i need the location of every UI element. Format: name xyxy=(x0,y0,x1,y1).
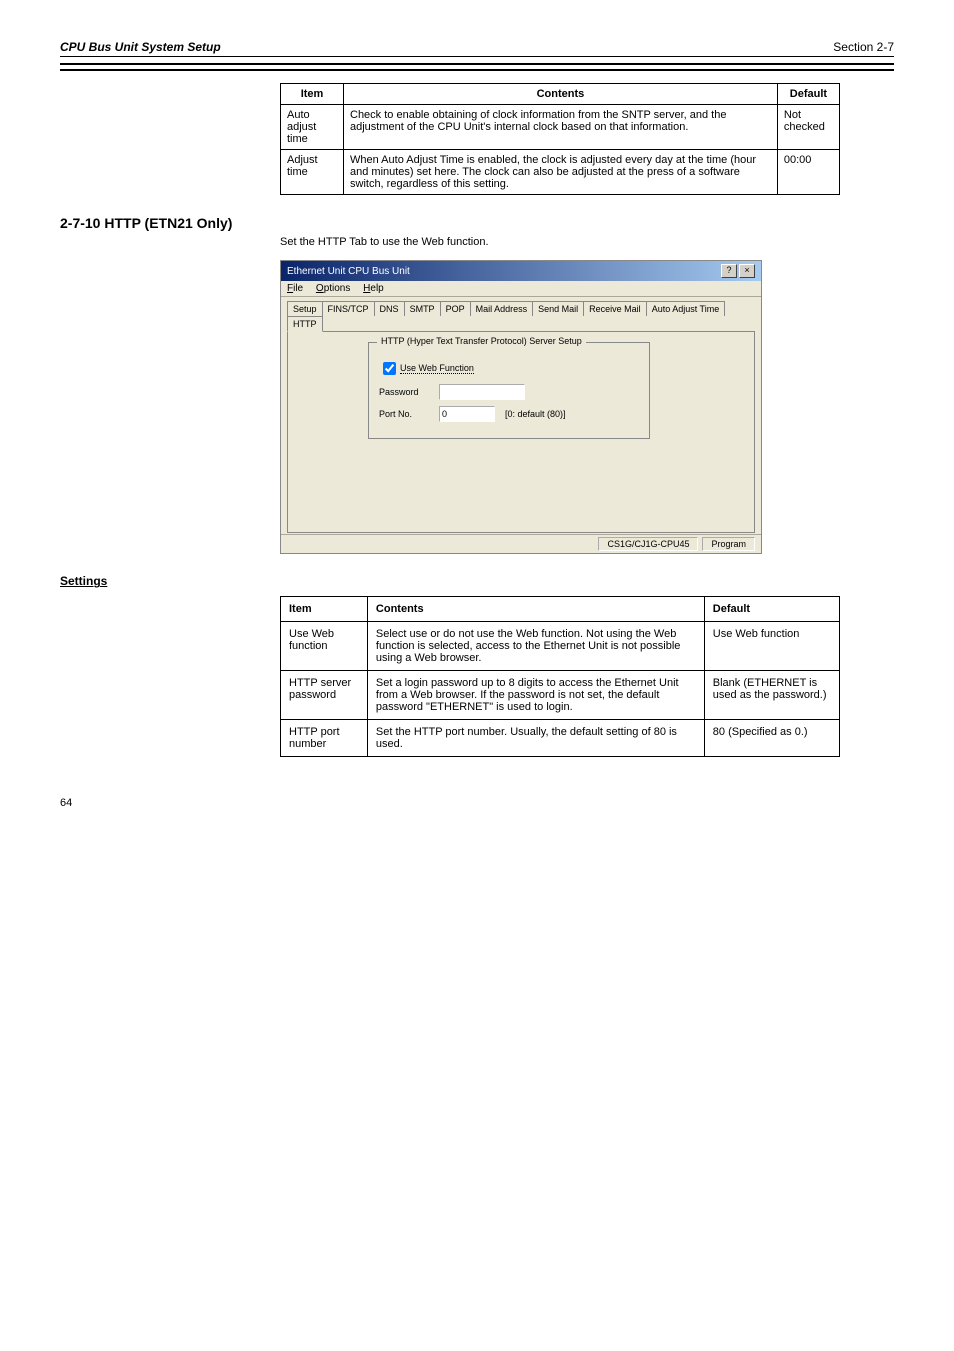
dialog-screenshot: Ethernet Unit CPU Bus Unit ? × File Opti… xyxy=(280,260,762,554)
password-input[interactable] xyxy=(439,384,525,400)
tab-setup[interactable]: Setup xyxy=(287,301,323,316)
settings-subtitle: Settings xyxy=(60,574,894,588)
portno-row: Port No. [0: default (80)] xyxy=(379,406,639,422)
table-row: Use Web function Select use or do not us… xyxy=(281,622,840,671)
titlebar-buttons: ? × xyxy=(721,264,755,278)
http-groupbox: HTTP (Hyper Text Transfer Protocol) Serv… xyxy=(368,342,650,439)
dialog-title: Ethernet Unit CPU Bus Unit xyxy=(287,266,410,277)
page-number: 64 xyxy=(60,797,894,809)
tab-receive-mail[interactable]: Receive Mail xyxy=(583,301,647,316)
tab-auto-adjust-time[interactable]: Auto Adjust Time xyxy=(646,301,726,316)
col-default: Default xyxy=(777,84,839,105)
use-web-row: Use Web Function xyxy=(379,359,639,378)
tab-dns[interactable]: DNS xyxy=(374,301,405,316)
tab-send-mail[interactable]: Send Mail xyxy=(532,301,584,316)
col-contents: Contents xyxy=(344,84,778,105)
page-header: CPU Bus Unit System Setup Section 2-7 xyxy=(60,40,894,57)
auto-adjust-table: Item Contents Default Auto adjust time C… xyxy=(280,83,840,195)
close-button[interactable]: × xyxy=(739,264,755,278)
portno-label: Port No. xyxy=(379,409,439,419)
menu-file[interactable]: File xyxy=(287,283,303,294)
password-label: Password xyxy=(379,387,439,397)
header-right: Section 2-7 xyxy=(833,40,894,54)
section-title: 2-7-10 HTTP (ETN21 Only) xyxy=(60,215,894,231)
settings-table: Item Contents Default Use Web function S… xyxy=(280,596,840,757)
status-cpu: CS1G/CJ1G-CPU45 xyxy=(598,537,698,551)
section-bar xyxy=(60,63,894,71)
col-default: Default xyxy=(704,597,839,622)
table-row: HTTP port number Set the HTTP port numbe… xyxy=(281,720,840,757)
tab-mail-address[interactable]: Mail Address xyxy=(470,301,534,316)
tab-finstcp[interactable]: FINS/TCP xyxy=(322,301,375,316)
password-row: Password xyxy=(379,384,639,400)
col-item: Item xyxy=(281,597,368,622)
help-button[interactable]: ? xyxy=(721,264,737,278)
portno-input[interactable] xyxy=(439,406,495,422)
table-row: Auto adjust time Check to enable obtaini… xyxy=(281,105,840,150)
menu-options[interactable]: Options xyxy=(316,283,350,294)
col-item: Item xyxy=(281,84,344,105)
portno-hint: [0: default (80)] xyxy=(505,409,566,419)
tab-http[interactable]: HTTP xyxy=(287,316,323,332)
menu-help[interactable]: Help xyxy=(363,283,384,294)
tab-strip: Setup FINS/TCP DNS SMTP POP Mail Address… xyxy=(281,297,761,332)
col-contents: Contents xyxy=(367,597,704,622)
statusbar: CS1G/CJ1G-CPU45 Program xyxy=(281,534,761,553)
menubar: File Options Help xyxy=(281,281,761,297)
header-left: CPU Bus Unit System Setup xyxy=(60,40,221,54)
section-description: Set the HTTP Tab to use the Web function… xyxy=(280,235,894,250)
groupbox-title: HTTP (Hyper Text Transfer Protocol) Serv… xyxy=(377,336,586,346)
table-row: HTTP server password Set a login passwor… xyxy=(281,671,840,720)
tab-panel: HTTP (Hyper Text Transfer Protocol) Serv… xyxy=(287,331,755,533)
tab-pop[interactable]: POP xyxy=(440,301,471,316)
use-web-checkbox[interactable] xyxy=(383,362,396,375)
titlebar: Ethernet Unit CPU Bus Unit ? × xyxy=(281,261,761,281)
tab-smtp[interactable]: SMTP xyxy=(404,301,441,316)
table-row: Adjust time When Auto Adjust Time is ena… xyxy=(281,150,840,195)
status-mode: Program xyxy=(702,537,755,551)
use-web-label: Use Web Function xyxy=(400,363,474,374)
